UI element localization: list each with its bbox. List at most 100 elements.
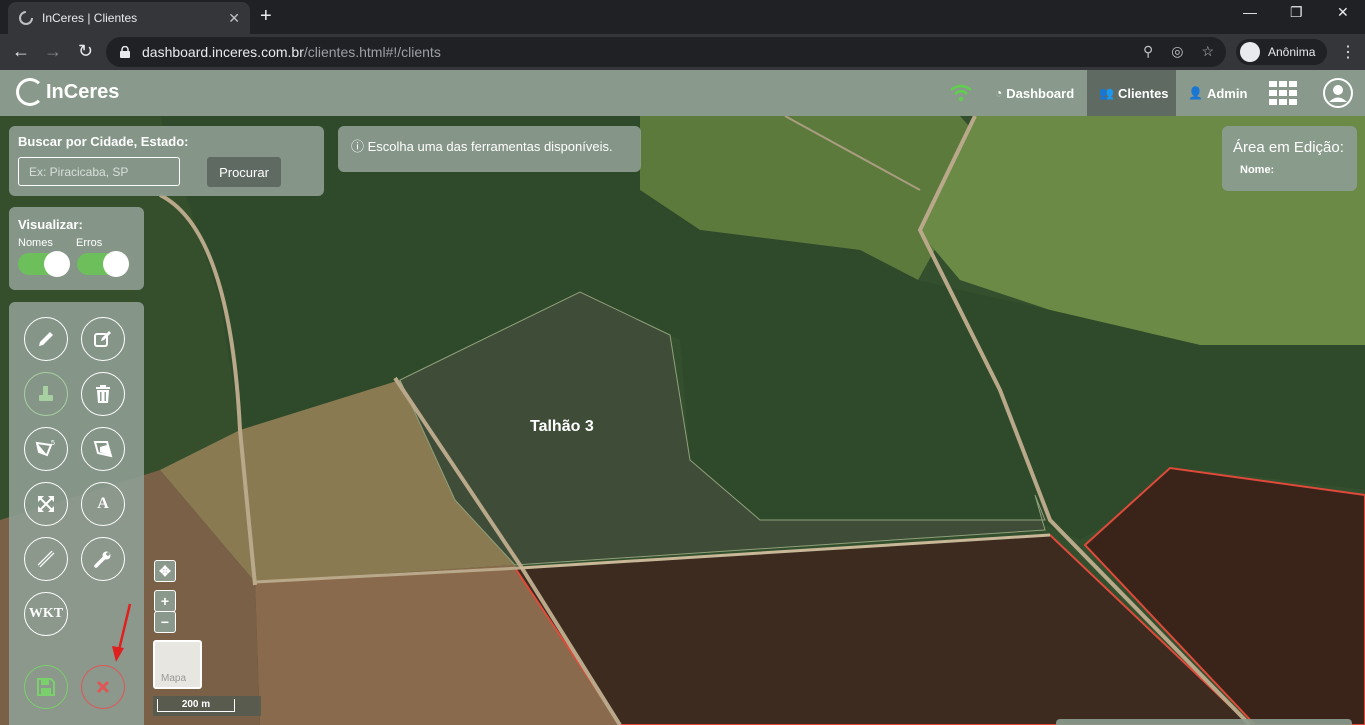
nav-admin[interactable]: 👤 Admin [1176,70,1259,116]
incognito-icon [1240,42,1260,62]
nav-admin-label: Admin [1206,85,1248,101]
zoom-icon[interactable]: ⚲ [1143,43,1153,60]
annotation-arrow [112,603,132,662]
zoom-in-button[interactable]: + [154,590,176,612]
url-host: dashboard.inceres.com.br [142,44,304,60]
zoom-out-button[interactable]: − [154,611,176,633]
browser-tab[interactable]: InCeres | Clientes ✕ [8,2,250,34]
paint-bucket-icon [39,386,53,401]
scale-label: 200 m [157,699,235,712]
edit-button[interactable] [81,317,125,361]
user-plus-icon: 👤 [1188,86,1203,100]
draw-button[interactable] [24,317,68,361]
toggle-knob [103,251,129,277]
nav-clients[interactable]: 👥 Clientes [1087,70,1176,116]
logo-text: InCeres [46,80,120,103]
view-title: Visualizar: [18,217,83,232]
users-icon: 👥 [1099,86,1114,100]
browser-tabbar: InCeres | Clientes ✕ + — ❐ ✕ [0,0,1365,34]
names-toggle[interactable] [18,251,70,277]
restore-icon[interactable]: ❐ [1290,4,1303,21]
browser-toolbar: ← → ↻ dashboard.inceres.com.br/clientes.… [0,34,1365,70]
help-circle-icon: ⓘ [351,139,365,154]
move-icon: ✥ [159,562,171,579]
delete-button[interactable] [81,372,125,416]
polygon-icon [93,441,113,458]
forward-icon[interactable]: → [44,40,62,62]
save-icon [37,678,55,696]
nav-dashboard-label: Dashboard [1006,85,1075,101]
wifi-icon [950,84,972,102]
tab-title: InCeres | Clientes [42,11,138,25]
errors-toggle-label: Erros [76,237,103,249]
search-input[interactable] [18,157,180,186]
profile-label: Anônima [1268,45,1316,59]
field-label: Talhão 3 [530,418,594,435]
save-button[interactable] [24,665,68,709]
close-icon [96,680,110,694]
pencil-icon [39,332,53,346]
apps-grid-icon[interactable] [1269,81,1297,105]
pan-button[interactable]: ✥ [154,560,176,582]
fill-button[interactable] [24,372,68,416]
search-label: Buscar por Cidade, Estado: [18,134,189,149]
search-panel: Buscar por Cidade, Estado: Procurar [9,126,324,196]
wkt-icon: WKT [28,606,64,621]
tracking-blocked-icon[interactable]: ◎ [1171,43,1183,60]
layer-label: Mapa [161,673,187,684]
hint-text: Escolha uma das ferramentas disponíveis. [367,139,613,154]
trash-icon [96,385,110,403]
reload-icon[interactable]: ↻ [78,40,93,62]
app-logo[interactable]: InCeres [16,78,119,106]
text-icon: A [97,495,109,512]
tab-close-icon[interactable]: ✕ [228,10,240,27]
dashboard-gauge-icon: ◔ [995,86,1003,100]
bookmark-star-icon[interactable]: ☆ [1201,43,1214,60]
minus-icon: − [160,614,170,630]
map-imagery [0,116,1365,725]
lock-icon [120,46,130,58]
user-account-icon[interactable] [1323,78,1353,108]
bottom-panel-edge [1056,719,1352,725]
settings-button[interactable] [81,537,125,581]
edit-area-title: Área em Edição: [1233,139,1344,156]
base-layer-switcher[interactable]: Mapa [153,640,202,689]
scale-bar: 200 m [153,696,261,716]
edit-area-name-label: Nome: [1240,164,1275,176]
search-button[interactable]: Procurar [207,157,281,187]
address-bar[interactable]: dashboard.inceres.com.br/clientes.html#!… [106,37,1226,67]
wrench-icon [94,551,111,568]
measure-button[interactable] [24,537,68,581]
back-icon[interactable]: ← [12,40,30,62]
window-close-icon[interactable]: ✕ [1337,4,1349,21]
wkt-button[interactable]: WKT [24,592,68,636]
view-panel: Visualizar: Nomes Erros [9,207,144,290]
text-tool-button[interactable]: A [81,482,125,526]
toggle-knob [44,251,70,277]
expand-icon [38,496,54,512]
svg-text:5: 5 [51,440,55,447]
errors-toggle[interactable] [77,251,129,277]
polygon-button[interactable] [81,427,125,471]
incognito-profile-button[interactable]: Anônima [1236,39,1328,65]
minimize-icon[interactable]: — [1243,4,1257,20]
plus-icon: + [160,593,170,609]
expand-button[interactable] [24,482,68,526]
nav-dashboard[interactable]: ◔ Dashboard [983,70,1086,116]
edit-area-panel: Área em Edição: Nome: [1222,126,1357,191]
url-path: /clientes.html#!/clients [303,44,441,60]
ruler-icon [37,550,55,568]
browser-menu-icon[interactable]: ⋮ [1340,42,1356,62]
cancel-button[interactable] [81,665,125,709]
names-toggle-label: Nomes [18,237,53,249]
inceres-favicon-icon [19,11,33,25]
logo-ring-icon [16,78,44,106]
polygon-cut-icon: 5 [35,440,55,457]
cut-polygon-button[interactable]: 5 [24,427,68,471]
app-header: InCeres ◔ Dashboard 👥 Clientes 👤 Admin [0,70,1365,116]
new-tab-icon[interactable]: + [260,5,272,27]
satellite-map[interactable] [0,116,1365,725]
edit-square-icon [94,331,111,347]
nav-clients-label: Clientes [1117,85,1169,101]
hint-panel: ⓘ Escolha uma das ferramentas disponívei… [338,126,641,172]
